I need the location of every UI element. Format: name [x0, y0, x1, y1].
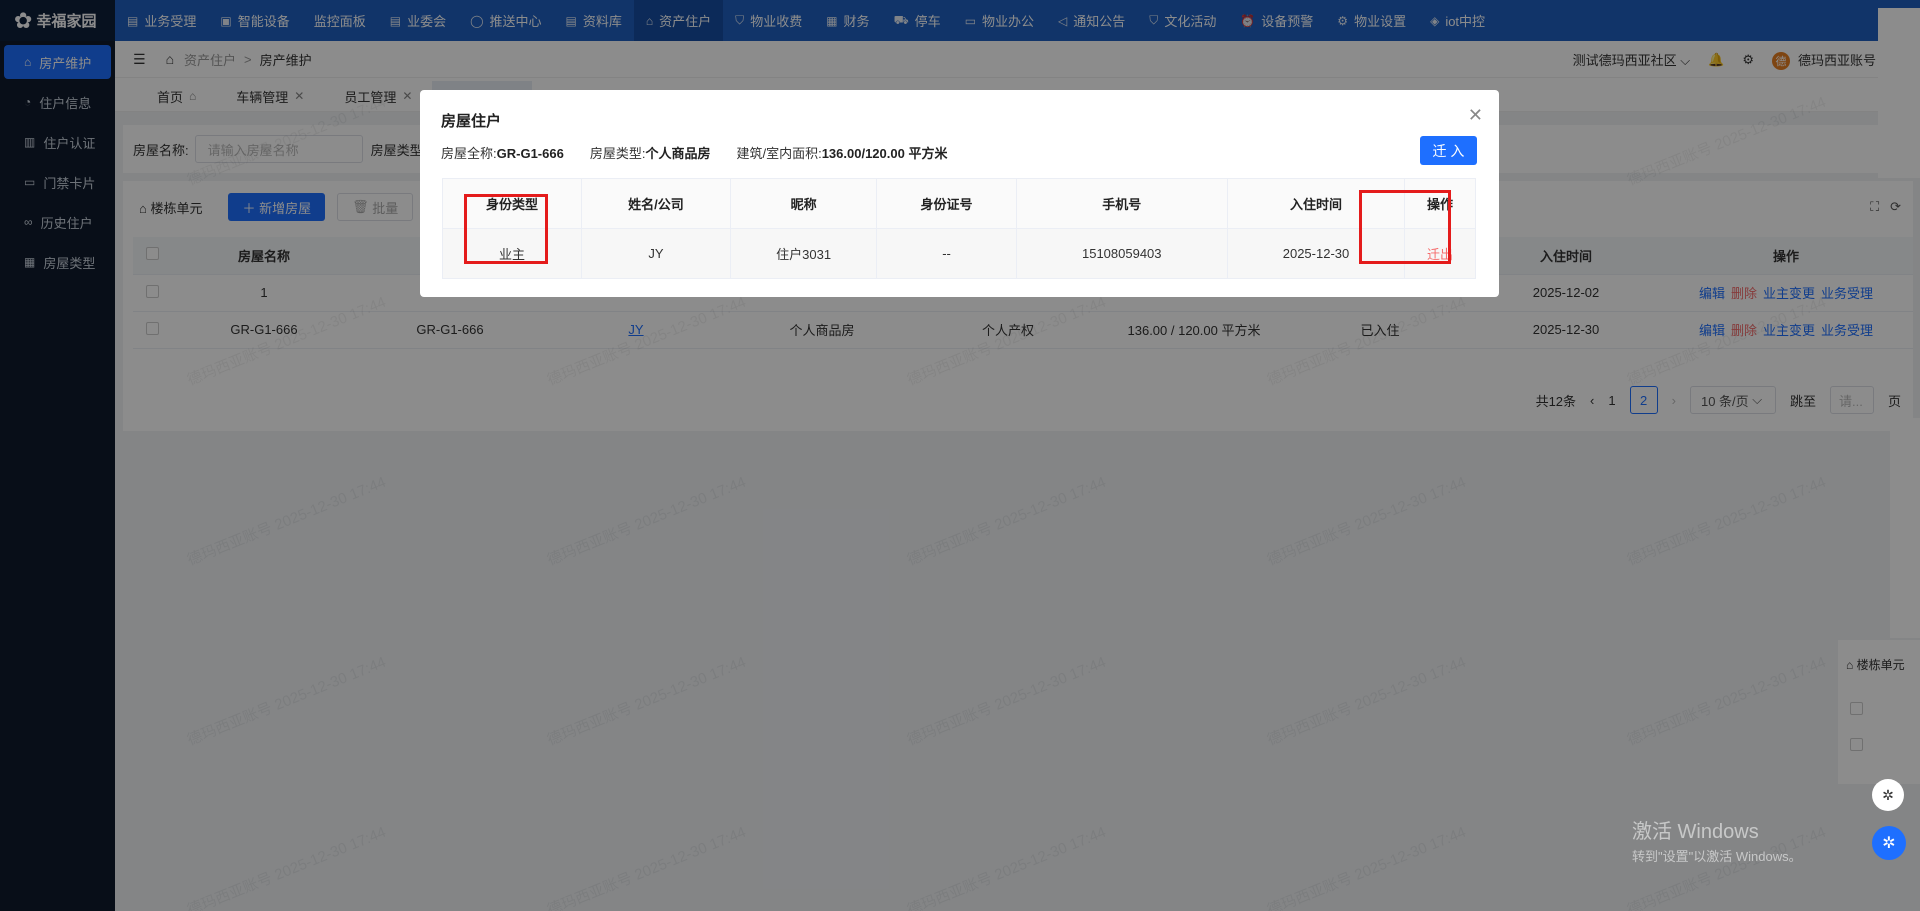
residents-table: 身份类型 姓名/公司 昵称 身份证号 手机号 入住时间 操作 业主 JY 住户3031 -- 151…	[441, 178, 1476, 279]
area-value: 136.00/120.00 平方米	[821, 146, 948, 161]
residents-col-1: 姓名/公司	[581, 178, 731, 229]
cell-nickname: 住户3031	[729, 228, 878, 279]
residents-table-body: 业主 JY 住户3031 -- 15108059403 2025-12-30 迁出	[441, 228, 1476, 279]
debug-bug-icon[interactable]: ✲	[1872, 779, 1904, 811]
debug-bug-primary-icon[interactable]: ✲	[1872, 826, 1906, 860]
area-label: 建筑/室内面积:	[736, 146, 822, 161]
full-name-label: 房屋全称:	[441, 146, 497, 161]
type-value: 个人商品房	[645, 146, 711, 161]
residents-col-5: 入住时间	[1226, 178, 1406, 229]
residents-row[interactable]: 业主 JY 住户3031 -- 15108059403 2025-12-30 迁出	[441, 228, 1476, 279]
cell-action: 迁出	[1404, 228, 1476, 279]
cell-identity: 业主	[441, 228, 583, 279]
residents-col-0: 身份类型	[441, 178, 583, 229]
residents-col-2: 昵称	[729, 178, 878, 229]
residents-header-row: 身份类型 姓名/公司 昵称 身份证号 手机号 入住时间 操作	[441, 178, 1476, 229]
house-type: 房屋类型:个人商品房	[590, 143, 711, 162]
type-label: 房屋类型:	[589, 146, 646, 161]
cell-phone: 15108059403	[1015, 228, 1228, 279]
residents-col-3: 身份证号	[876, 178, 1017, 229]
cell-move-in: 2025-12-30	[1226, 228, 1406, 279]
residents-col-6: 操作	[1404, 178, 1476, 229]
close-icon[interactable]: ✕	[1468, 105, 1483, 126]
residents-col-4: 手机号	[1015, 178, 1228, 229]
cell-name: JY	[581, 228, 731, 279]
house-area: 建筑/室内面积:136.00/120.00 平方米	[736, 143, 947, 162]
windows-activation-notice: 激活 Windows 转到"设置"以激活 Windows。	[1632, 815, 1802, 865]
residents-modal: 房屋住户 ✕ 房屋全称:GR-G1-666 房屋类型:个人商品房 建筑/室内面积…	[420, 90, 1499, 297]
full-name-value: GR-G1-666	[496, 146, 564, 161]
house-full-name: 房屋全称:GR-G1-666	[441, 143, 564, 162]
modal-house-info: 房屋全称:GR-G1-666 房屋类型:个人商品房 建筑/室内面积:136.00…	[441, 143, 973, 162]
move-out-link[interactable]: 迁出	[1427, 247, 1453, 262]
modal-title: 房屋住户	[441, 113, 502, 130]
move-in-button[interactable]: 迁 入	[1420, 136, 1477, 165]
activate-title: 激活 Windows	[1632, 821, 1759, 843]
activate-subtitle: 转到"设置"以激活 Windows。	[1632, 849, 1802, 864]
cell-id-no: --	[876, 228, 1017, 279]
